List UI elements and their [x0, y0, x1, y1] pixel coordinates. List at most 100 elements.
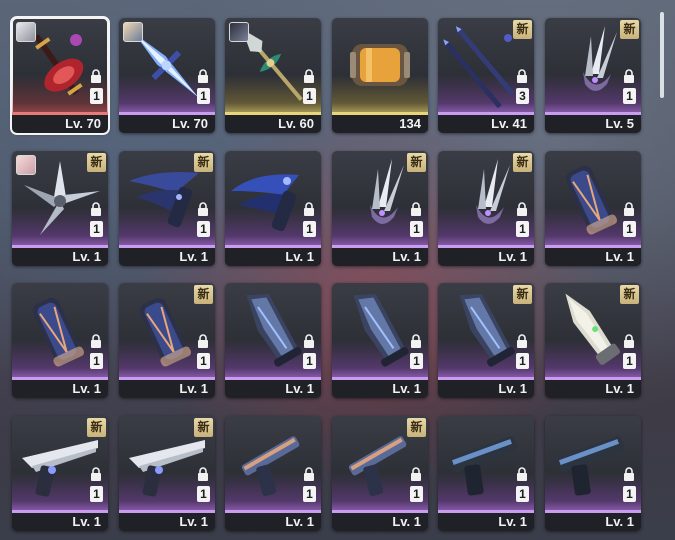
inventory-item-card[interactable]: 1 Lv. 1 [225, 416, 321, 531]
item-count: 1 [516, 486, 529, 502]
lock-icon[interactable] [623, 69, 635, 83]
lock-icon[interactable] [303, 334, 315, 348]
item-level: Lv. 1 [332, 513, 428, 531]
item-level: Lv. 1 [12, 513, 108, 531]
item-count: 1 [303, 221, 316, 237]
inventory-item-card[interactable]: 新 1 Lv. 1 [12, 151, 108, 266]
lock-icon[interactable] [90, 467, 102, 481]
item-level: Lv. 1 [332, 248, 428, 266]
item-count: 1 [303, 353, 316, 369]
item-level: Lv. 1 [225, 380, 321, 398]
item-count: 1 [623, 353, 636, 369]
lock-icon[interactable] [90, 334, 102, 348]
item-level: Lv. 5 [545, 115, 641, 133]
new-badge: 新 [407, 153, 426, 172]
lock-icon[interactable] [623, 334, 635, 348]
item-count: 1 [623, 486, 636, 502]
item-count: 1 [623, 88, 636, 104]
item-count: 1 [90, 353, 103, 369]
equipped-character-avatar [16, 22, 36, 42]
inventory-item-card[interactable]: 1 Lv. 60 [225, 18, 321, 133]
item-level: Lv. 70 [119, 115, 215, 133]
equipped-character-avatar [229, 22, 249, 42]
lock-icon[interactable] [516, 202, 528, 216]
inventory-item-card[interactable]: 新 1 Lv. 1 [545, 283, 641, 398]
item-count: 3 [516, 88, 529, 104]
lock-icon[interactable] [410, 334, 422, 348]
lock-icon[interactable] [516, 69, 528, 83]
new-badge: 新 [513, 153, 532, 172]
new-badge: 新 [194, 418, 213, 437]
lock-icon[interactable] [303, 202, 315, 216]
inventory-item-card[interactable]: 134 [332, 18, 428, 133]
lock-icon[interactable] [90, 202, 102, 216]
item-count: 1 [303, 486, 316, 502]
item-count: 1 [197, 221, 210, 237]
inventory-item-card[interactable]: 1 Lv. 70 [10, 16, 110, 135]
item-level: Lv. 1 [119, 248, 215, 266]
lock-icon[interactable] [516, 334, 528, 348]
new-badge: 新 [513, 285, 532, 304]
inventory-item-card[interactable]: 1 Lv. 1 [545, 151, 641, 266]
lock-icon[interactable] [410, 467, 422, 481]
item-level: Lv. 60 [225, 115, 321, 133]
new-badge: 新 [513, 20, 532, 39]
inventory-item-card[interactable]: 1 Lv. 1 [225, 151, 321, 266]
inventory-item-card[interactable]: 新 1 Lv. 1 [332, 151, 428, 266]
item-count: 1 [410, 221, 423, 237]
inventory-item-card[interactable]: 新 1 Lv. 1 [119, 416, 215, 531]
item-level: Lv. 1 [225, 513, 321, 531]
lock-icon[interactable] [197, 202, 209, 216]
item-count: 1 [197, 486, 210, 502]
lock-icon[interactable] [303, 69, 315, 83]
item-level: Lv. 1 [12, 248, 108, 266]
item-count: 1 [90, 88, 103, 104]
inventory-item-card[interactable]: 新 3 Lv. 41 [438, 18, 534, 133]
lock-icon[interactable] [197, 467, 209, 481]
item-count: 1 [197, 88, 210, 104]
new-badge: 新 [87, 153, 106, 172]
item-level: Lv. 1 [12, 380, 108, 398]
item-level: Lv. 1 [545, 248, 641, 266]
lock-icon[interactable] [623, 202, 635, 216]
item-count: 1 [197, 353, 210, 369]
inventory-grid: 1 Lv. 70 1 Lv. 70 1 Lv. 60 134 新 3 Lv. 41 新 1 Lv. 5新… [10, 16, 652, 540]
equipped-character-avatar [16, 155, 36, 175]
new-badge: 新 [620, 285, 639, 304]
item-level: Lv. 1 [119, 513, 215, 531]
item-level: Lv. 1 [438, 380, 534, 398]
lock-icon[interactable] [623, 467, 635, 481]
item-count: 1 [623, 221, 636, 237]
lock-icon[interactable] [303, 467, 315, 481]
lock-icon[interactable] [410, 202, 422, 216]
item-level: Lv. 70 [12, 115, 108, 133]
inventory-item-card[interactable]: 1 Lv. 1 [225, 283, 321, 398]
inventory-item-card[interactable]: 新 1 Lv. 1 [438, 283, 534, 398]
item-level: 134 [332, 115, 428, 133]
inventory-item-card[interactable]: 新 1 Lv. 1 [12, 416, 108, 531]
lock-icon[interactable] [197, 69, 209, 83]
lock-icon[interactable] [197, 334, 209, 348]
item-level: Lv. 41 [438, 115, 534, 133]
inventory-item-card[interactable]: 1 Lv. 70 [119, 18, 215, 133]
inventory-item-card[interactable]: 新 1 Lv. 1 [119, 283, 215, 398]
inventory-item-card[interactable]: 新 1 Lv. 1 [119, 151, 215, 266]
inventory-item-card[interactable]: 1 Lv. 1 [332, 283, 428, 398]
inventory-item-card[interactable]: 新 1 Lv. 1 [332, 416, 428, 531]
inventory-item-card[interactable]: 新 1 Lv. 1 [438, 151, 534, 266]
new-badge: 新 [620, 20, 639, 39]
inventory-item-card[interactable]: 新 1 Lv. 5 [545, 18, 641, 133]
new-badge: 新 [407, 418, 426, 437]
scrollbar[interactable] [660, 12, 664, 98]
item-level: Lv. 1 [545, 380, 641, 398]
lock-icon[interactable] [90, 69, 102, 83]
item-count: 1 [410, 353, 423, 369]
inventory-item-card[interactable]: 1 Lv. 1 [438, 416, 534, 531]
item-level: Lv. 1 [438, 248, 534, 266]
new-badge: 新 [194, 285, 213, 304]
new-badge: 新 [87, 418, 106, 437]
inventory-item-card[interactable]: 1 Lv. 1 [12, 283, 108, 398]
lock-icon[interactable] [516, 467, 528, 481]
item-count: 1 [516, 221, 529, 237]
inventory-item-card[interactable]: 1 Lv. 1 [545, 416, 641, 531]
